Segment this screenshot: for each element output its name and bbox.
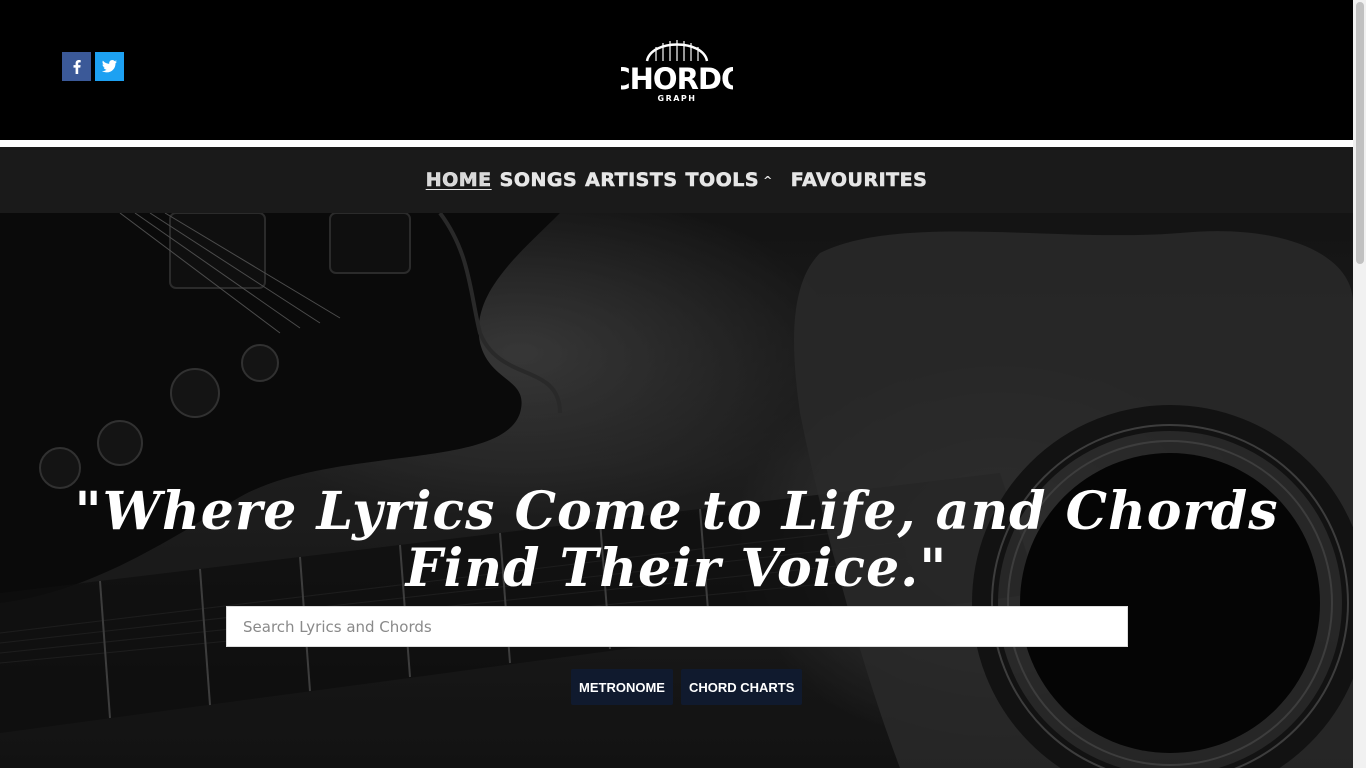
search-box — [226, 606, 1128, 647]
search-input[interactable] — [227, 607, 1127, 646]
logo-text-sub: GRAPH — [658, 94, 697, 103]
facebook-link[interactable] — [62, 52, 91, 81]
nav-tools[interactable]: TOOLS ^ — [685, 169, 783, 192]
social-links — [62, 52, 124, 81]
main-navigation: HOME SONGS ARTISTS TOOLS ^ FAVOURITES — [0, 147, 1353, 213]
page: CHORDO GRAPH HOME SONGS ARTISTS TOOLS ^ … — [0, 0, 1353, 768]
metronome-button[interactable]: METRONOME — [571, 669, 673, 705]
header-divider — [0, 140, 1353, 147]
vertical-scrollbar[interactable] — [1353, 0, 1366, 768]
chordograph-logo[interactable]: CHORDO GRAPH — [621, 33, 733, 105]
chevron-up-icon: ^ — [763, 173, 773, 187]
hero-section: "Where Lyrics Come to Life, and Chords F… — [0, 213, 1353, 768]
facebook-icon — [73, 59, 81, 74]
nav-menu: HOME SONGS ARTISTS TOOLS ^ FAVOURITES — [425, 169, 928, 192]
nav-tools-label: TOOLS — [685, 169, 760, 192]
scrollbar-thumb[interactable] — [1356, 2, 1364, 264]
twitter-icon — [102, 60, 117, 73]
twitter-link[interactable] — [95, 52, 124, 81]
nav-artists[interactable]: ARTISTS — [585, 169, 677, 192]
nav-favourites[interactable]: FAVOURITES — [790, 169, 928, 192]
tool-buttons: METRONOME CHORD CHARTS — [571, 669, 803, 705]
nav-home[interactable]: HOME — [425, 169, 492, 192]
hero-tagline: "Where Lyrics Come to Life, and Chords F… — [74, 481, 1279, 599]
logo-text-main: CHORDO — [621, 62, 733, 96]
nav-songs[interactable]: SONGS — [499, 169, 578, 192]
site-header: CHORDO GRAPH — [0, 0, 1353, 140]
chord-charts-button[interactable]: CHORD CHARTS — [680, 669, 803, 705]
